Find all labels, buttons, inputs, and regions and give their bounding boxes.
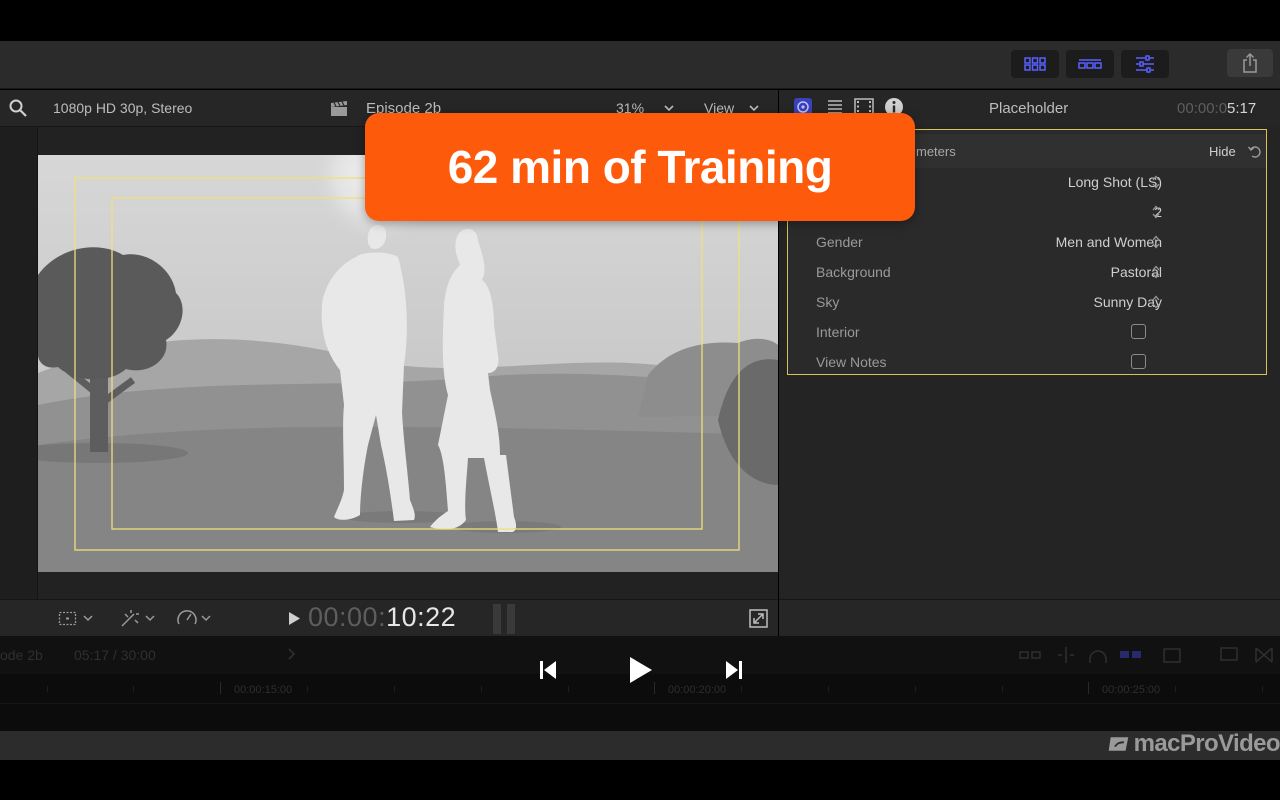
param-label: Gender — [816, 234, 863, 250]
param-row-gender[interactable]: Gender Men and Women — [788, 227, 1266, 257]
ruler-label: 00:00:25:00 — [1102, 684, 1161, 696]
param-label: Interior — [816, 324, 860, 340]
promo-badge: 62 min of Training — [365, 113, 915, 221]
play-button[interactable] — [622, 652, 658, 688]
param-row-background[interactable]: Background Pastoral — [788, 257, 1266, 287]
inspector-title: Placeholder — [989, 100, 1069, 117]
library-browser-icon — [1024, 57, 1046, 71]
ruler-tick — [1175, 686, 1176, 692]
enhancements-icon[interactable] — [120, 608, 160, 628]
macprovideo-logo-icon — [1108, 737, 1129, 751]
param-value: Long Shot (LS) — [1067, 174, 1162, 190]
skip-forward-button[interactable] — [716, 652, 752, 688]
clip-duration: 00:00:05:17 — [1177, 100, 1257, 117]
search-icon[interactable] — [9, 99, 27, 117]
chevron-right-icon[interactable] — [288, 648, 296, 660]
skip-back-button[interactable] — [530, 652, 566, 688]
libraries-toggle-button[interactable] — [1011, 50, 1059, 78]
section-title: meters — [916, 144, 956, 159]
viewer-footer: 00:00:10:22 — [0, 599, 778, 636]
param-label: Sky — [816, 294, 840, 310]
reset-icon[interactable] — [1248, 145, 1261, 158]
ruler-tick — [915, 686, 916, 692]
interior-checkbox[interactable] — [1131, 324, 1146, 339]
timeline-toggle-button[interactable] — [1066, 50, 1114, 78]
stepper-icon[interactable] — [1152, 205, 1160, 219]
skip-forward-icon — [726, 661, 742, 679]
skip-back-icon — [540, 661, 556, 679]
param-row-view-notes: View Notes — [788, 347, 1266, 377]
watermark-brand: macProVideo — [1133, 730, 1280, 757]
ruler-tick — [1088, 682, 1089, 694]
play-icon[interactable] — [287, 611, 301, 626]
ruler-tick — [133, 686, 134, 692]
hide-button[interactable]: Hide — [1209, 144, 1236, 159]
fullscreen-icon[interactable] — [749, 609, 768, 628]
timeline-position: 05:17 / 30:00 — [74, 647, 156, 663]
stepper-icon[interactable] — [1152, 265, 1160, 279]
browser-edge — [0, 127, 38, 599]
ruler-tick — [481, 686, 482, 692]
main-toolbar — [0, 41, 1280, 89]
share-icon — [1243, 53, 1257, 73]
transform-icon[interactable] — [58, 610, 98, 626]
promo-text: 62 min of Training — [447, 141, 833, 193]
ruler-tick — [828, 686, 829, 692]
param-label: Background — [816, 264, 891, 280]
timeline-icon — [1078, 59, 1102, 69]
inspector-toggle-button[interactable] — [1121, 50, 1169, 78]
stepper-icon[interactable] — [1152, 235, 1160, 249]
ruler-label: 00:00:15:00 — [234, 684, 293, 696]
retime-speed-icon[interactable] — [176, 608, 216, 628]
view-notes-checkbox[interactable] — [1131, 354, 1146, 369]
stepper-icon[interactable] — [1152, 295, 1160, 309]
timeline-project-name: ode 2b — [0, 647, 43, 663]
watermark: macProVideo — [1108, 730, 1280, 758]
ruler-tick — [307, 686, 308, 692]
stepper-icon[interactable] — [1152, 175, 1160, 189]
param-row-interior: Interior — [788, 317, 1266, 347]
viewer-timecode[interactable]: 00:00:10:22 — [308, 602, 456, 633]
format-label: 1080p HD 30p, Stereo — [53, 100, 193, 116]
ruler-tick — [394, 686, 395, 692]
param-label: View Notes — [816, 354, 887, 370]
chevron-down-icon[interactable] — [749, 105, 759, 112]
ruler-tick — [1262, 686, 1263, 692]
play-icon — [630, 657, 652, 683]
param-value: Men and Women — [1055, 234, 1162, 250]
ruler-tick — [1002, 686, 1003, 692]
chevron-down-icon[interactable] — [664, 105, 674, 112]
audio-meter-icon — [493, 604, 515, 634]
list-icon[interactable] — [827, 99, 843, 114]
clapper-icon — [331, 101, 347, 116]
inspector-footer — [779, 599, 1280, 636]
param-row-sky[interactable]: Sky Sunny Day — [788, 287, 1266, 317]
ruler-tick — [47, 686, 48, 692]
inspector-icon — [1136, 55, 1154, 73]
timeline-tools-icons[interactable] — [1018, 645, 1280, 665]
video-player-controls — [530, 652, 750, 688]
bottom-bar — [0, 731, 1280, 760]
ruler-tick — [220, 682, 221, 694]
share-button[interactable] — [1227, 49, 1273, 77]
